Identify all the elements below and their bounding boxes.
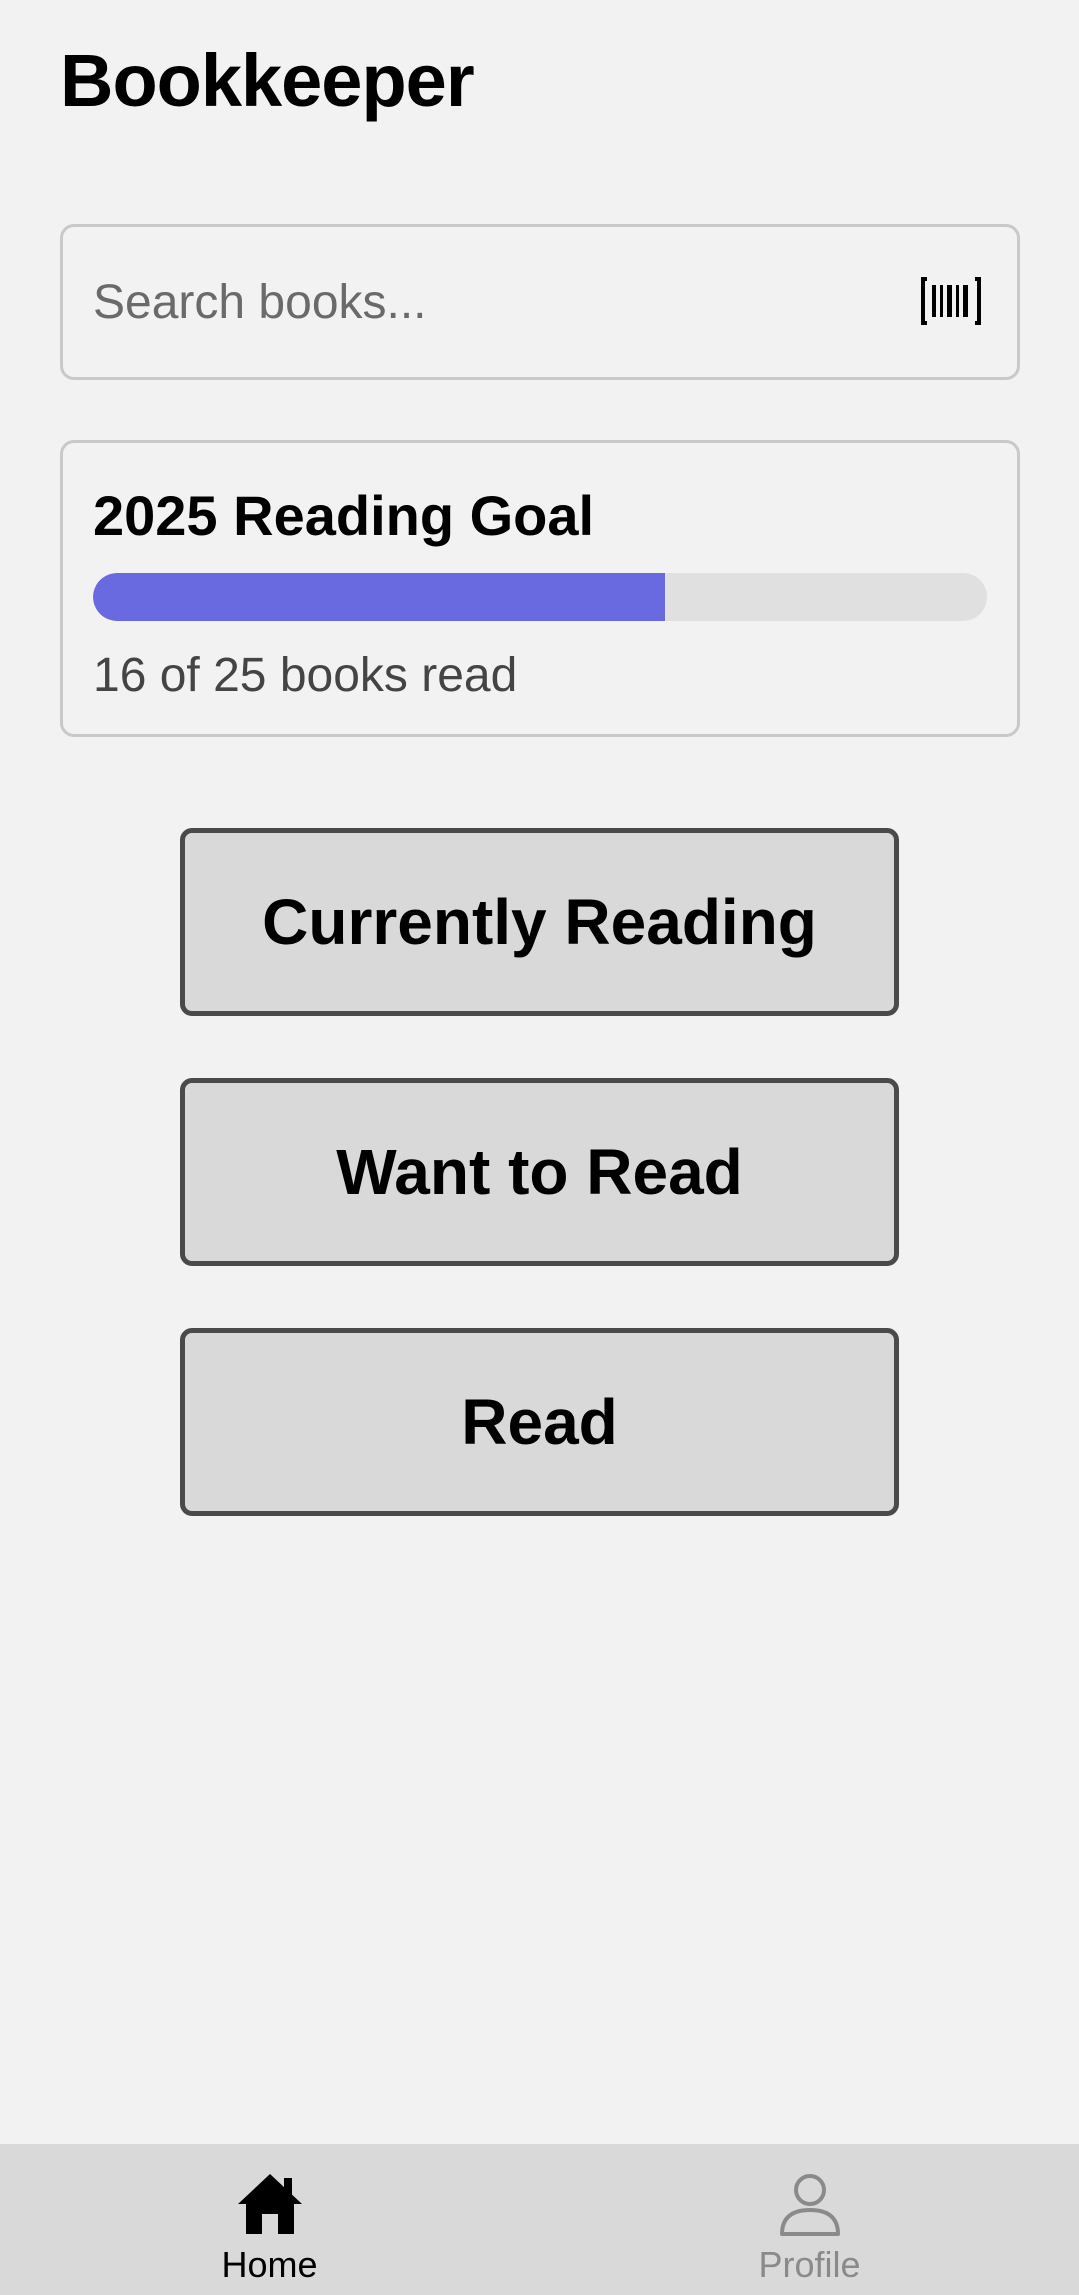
home-icon: [237, 2174, 302, 2234]
nav-item-home[interactable]: Home: [0, 2144, 539, 2295]
reading-goal-card[interactable]: 2025 Reading Goal 16 of 25 books read: [60, 440, 1020, 737]
reading-goal-status: 16 of 25 books read: [93, 649, 518, 702]
nav-label-home: Home: [221, 2244, 318, 2285]
reading-goal-title: 2025 Reading Goal: [93, 484, 595, 547]
search-bar[interactable]: [60, 224, 1020, 380]
bottom-navigation: Home Profile: [0, 2144, 1079, 2295]
search-input[interactable]: [93, 227, 893, 377]
page-title: Bookkeeper: [60, 39, 475, 122]
nav-label-profile: Profile: [758, 2244, 861, 2285]
profile-icon: [779, 2174, 840, 2236]
currently-reading-button[interactable]: Currently Reading: [180, 828, 899, 1016]
barcode-scan-icon[interactable]: [921, 277, 981, 325]
app-screen: Bookkeeper 2025 Reading Goal 16 of 25 bo…: [0, 0, 1079, 2295]
reading-goal-progress-fill: [93, 573, 666, 621]
nav-item-profile[interactable]: Profile: [540, 2144, 1079, 2295]
read-button[interactable]: Read: [180, 1328, 899, 1516]
reading-goal-progress-bar: [93, 573, 987, 621]
want-to-read-button[interactable]: Want to Read: [180, 1078, 899, 1266]
